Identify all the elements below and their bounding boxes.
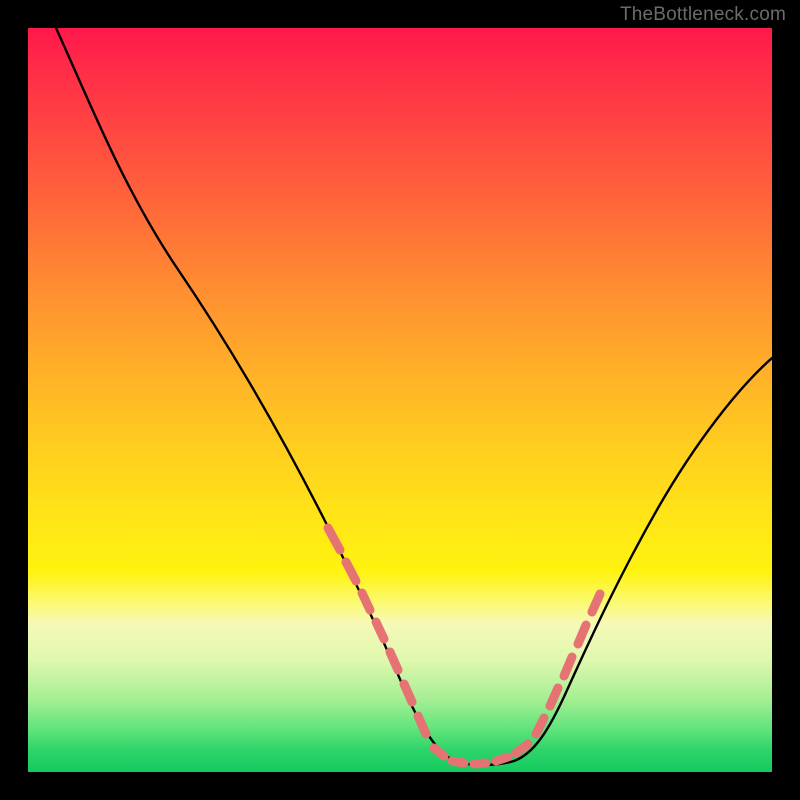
curve-layer bbox=[28, 28, 772, 772]
bottleneck-curve bbox=[56, 28, 772, 765]
watermark-text: TheBottleneck.com bbox=[620, 4, 786, 26]
chart-frame: TheBottleneck.com bbox=[0, 0, 800, 800]
highlight-dashes bbox=[328, 528, 600, 764]
plot-area bbox=[28, 28, 772, 772]
